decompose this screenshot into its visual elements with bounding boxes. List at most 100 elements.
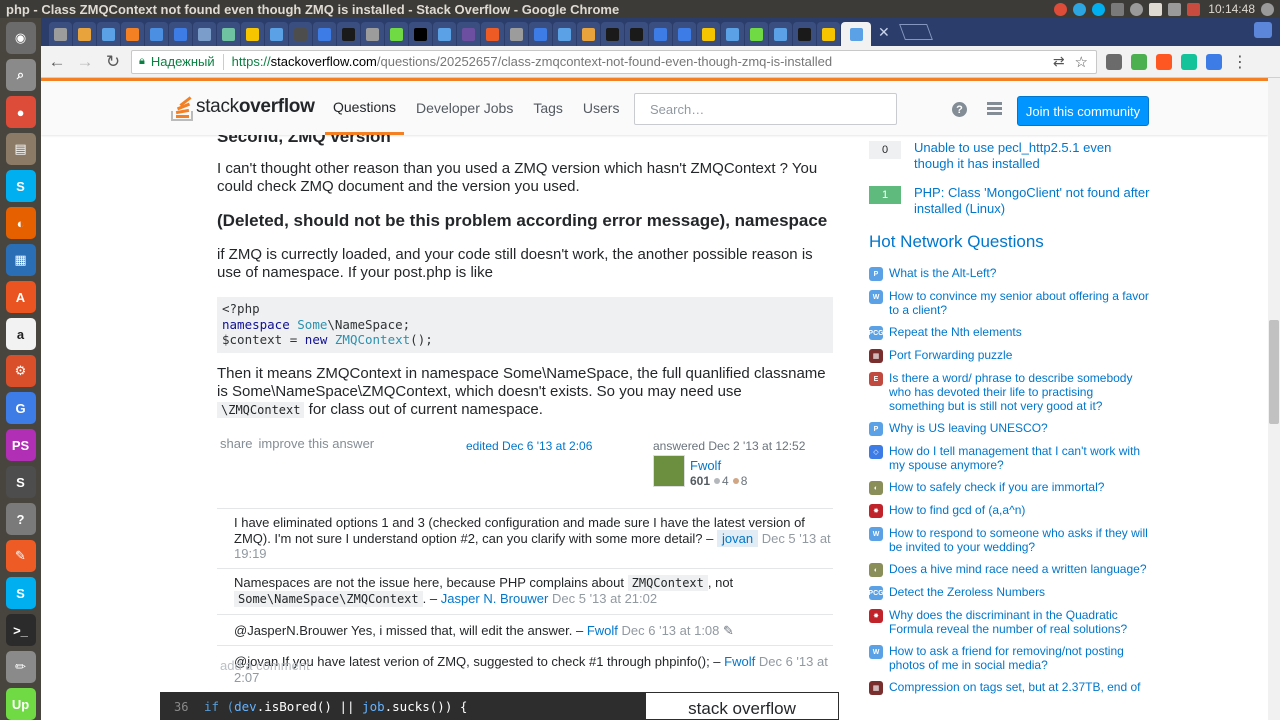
- profile-icon[interactable]: [1254, 22, 1272, 38]
- browser-tab[interactable]: [721, 22, 744, 46]
- wifi-icon[interactable]: [1168, 2, 1182, 16]
- new-tab-button[interactable]: [898, 24, 933, 40]
- volume-mute-icon[interactable]: [1187, 2, 1201, 16]
- browser-tab[interactable]: [241, 22, 264, 46]
- browser-tab[interactable]: [49, 22, 72, 46]
- browser-tab[interactable]: [265, 22, 288, 46]
- keyboard-layout-icon[interactable]: [1149, 2, 1163, 16]
- skype-icon[interactable]: [1092, 2, 1106, 16]
- page-scrollbar-thumb[interactable]: [1269, 320, 1279, 424]
- comment-user-link[interactable]: Fwolf: [724, 654, 755, 669]
- browser-tab[interactable]: [433, 22, 456, 46]
- hnq-question-link[interactable]: How to respond to someone who asks if th…: [889, 526, 1151, 554]
- hnq-question-link[interactable]: Is there a word/ phrase to describe some…: [889, 371, 1151, 413]
- extension-icon[interactable]: [1106, 53, 1122, 70]
- user-name-link[interactable]: Fwolf: [690, 458, 721, 473]
- skype-app-icon[interactable]: S: [5, 170, 36, 202]
- files-app-icon[interactable]: ▤: [5, 133, 36, 165]
- browser-tab[interactable]: [673, 22, 696, 46]
- browser-tab[interactable]: [577, 22, 600, 46]
- forward-icon[interactable]: →: [73, 50, 97, 74]
- chrome-app-icon[interactable]: ●: [5, 96, 36, 128]
- postman-app-icon[interactable]: ✎: [5, 540, 36, 572]
- hnq-question-link[interactable]: Why is US leaving UNESCO?: [889, 421, 1048, 436]
- comment-user-link[interactable]: jovan: [717, 529, 759, 547]
- telegram-icon[interactable]: [1073, 2, 1087, 16]
- hnq-question-link[interactable]: How to convince my senior about offering…: [889, 289, 1151, 317]
- hot-network-questions-heading[interactable]: Hot Network Questions: [869, 232, 1044, 252]
- comment-user-link[interactable]: Fwolf: [587, 623, 618, 638]
- comment-user-link[interactable]: Jasper N. Brouwer: [441, 591, 549, 606]
- power-icon[interactable]: [1130, 2, 1144, 16]
- improve-answer-link[interactable]: improve this answer: [259, 436, 375, 451]
- extension-icon[interactable]: [1156, 53, 1172, 70]
- terminal-app-icon[interactable]: >_: [5, 614, 36, 646]
- browser-tab[interactable]: [649, 22, 672, 46]
- browser-tab[interactable]: [817, 22, 840, 46]
- browser-tab[interactable]: [625, 22, 648, 46]
- browser-tab[interactable]: [841, 22, 871, 46]
- screenshot-app-icon[interactable]: ⌕: [5, 59, 36, 91]
- firefox-app-icon[interactable]: ◐: [5, 207, 36, 239]
- browser-tab[interactable]: [529, 22, 552, 46]
- search-input[interactable]: Search…: [634, 93, 897, 125]
- related-question-link[interactable]: Unable to use pecl_http2.5.1 even though…: [914, 140, 1151, 171]
- avatar[interactable]: [653, 455, 685, 487]
- browser-tab[interactable]: [169, 22, 192, 46]
- hnq-question-link[interactable]: Why does the discriminant in the Quadrat…: [889, 608, 1151, 636]
- edited-link[interactable]: edited Dec 6 '13 at 2:06: [466, 439, 592, 453]
- browser-tab[interactable]: [409, 22, 432, 46]
- back-icon[interactable]: ←: [45, 50, 69, 74]
- grammarly-app-icon[interactable]: G: [5, 392, 36, 424]
- browser-tab[interactable]: [97, 22, 120, 46]
- share-link[interactable]: share: [220, 436, 253, 451]
- nav-developer-jobs[interactable]: Developer Jobs: [408, 81, 521, 135]
- browser-tab[interactable]: [193, 22, 216, 46]
- browser-tab[interactable]: [457, 22, 480, 46]
- comment-date[interactable]: Dec 5 '13 at 21:02: [552, 591, 657, 606]
- nav-tags[interactable]: Tags: [525, 81, 571, 135]
- hnq-question-link[interactable]: Port Forwarding puzzle: [889, 348, 1012, 363]
- ubuntu-dash-icon[interactable]: ◉: [5, 22, 36, 54]
- settings-icon[interactable]: [1261, 2, 1274, 16]
- browser-tab[interactable]: [697, 22, 720, 46]
- hnq-question-link[interactable]: What is the Alt-Left?: [889, 266, 996, 281]
- ad-banner[interactable]: 36 if (dev.isBored() || job.sucks()) { s…: [160, 692, 839, 720]
- browser-tab[interactable]: [745, 22, 768, 46]
- chrome-icon[interactable]: [1054, 2, 1068, 16]
- help-app-icon[interactable]: ?: [5, 503, 36, 535]
- writer-app-icon[interactable]: ▦: [5, 244, 36, 276]
- hnq-question-link[interactable]: How do I tell management that I can't wo…: [889, 444, 1151, 472]
- clock[interactable]: 10:14:48: [1208, 2, 1255, 16]
- add-comment-link[interactable]: add a comment: [220, 658, 310, 673]
- browser-tab[interactable]: [505, 22, 528, 46]
- inbox-icon[interactable]: [987, 102, 1002, 116]
- phpstorm-app-icon[interactable]: PS: [5, 429, 36, 461]
- address-bar[interactable]: 🔒︎ Надежный https:// stackoverflow.com /…: [131, 49, 1097, 74]
- browser-tab[interactable]: [73, 22, 96, 46]
- amazon-app-icon[interactable]: a: [5, 318, 36, 350]
- sublime-app-icon[interactable]: S: [5, 466, 36, 498]
- nav-users[interactable]: Users: [575, 81, 628, 135]
- browser-tab[interactable]: [121, 22, 144, 46]
- browser-tab[interactable]: [769, 22, 792, 46]
- extension-icon[interactable]: [1131, 53, 1147, 70]
- settings-app-icon[interactable]: ⚙: [5, 355, 36, 387]
- browser-tab[interactable]: [553, 22, 576, 46]
- pencil-app-icon[interactable]: ✏: [5, 651, 36, 683]
- related-question-link[interactable]: PHP: Class 'MongoClient' not found after…: [914, 185, 1151, 216]
- comment-date[interactable]: Dec 6 '13 at 1:08: [622, 623, 720, 638]
- browser-tab[interactable]: [385, 22, 408, 46]
- transfer-icon[interactable]: [1111, 2, 1125, 16]
- browser-tab[interactable]: [289, 22, 312, 46]
- hnq-question-link[interactable]: Detect the Zeroless Numbers: [889, 585, 1045, 600]
- translate-icon[interactable]: ⇄: [1053, 53, 1065, 70]
- browser-tab[interactable]: [313, 22, 336, 46]
- stackoverflow-logo[interactable]: stackoverflow: [171, 93, 315, 121]
- browser-tab[interactable]: [793, 22, 816, 46]
- help-icon[interactable]: ?: [952, 102, 967, 117]
- reload-icon[interactable]: ↻: [101, 50, 125, 74]
- lock-icon[interactable]: 🔒︎: [139, 55, 145, 68]
- join-community-button[interactable]: Join this community: [1017, 96, 1149, 126]
- extension-icon[interactable]: [1181, 53, 1197, 70]
